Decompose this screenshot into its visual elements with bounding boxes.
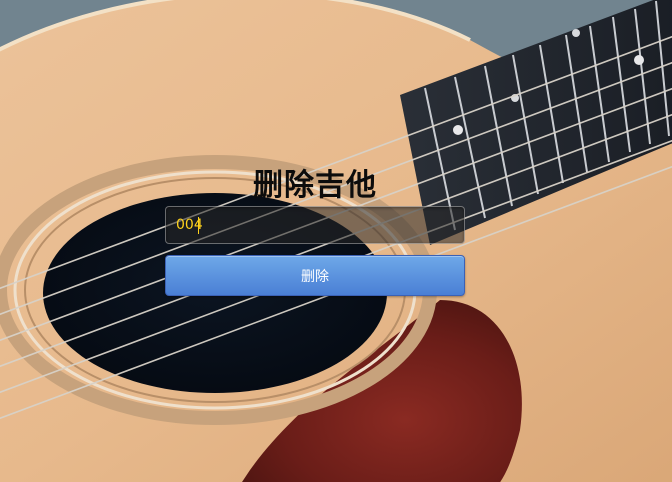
text-caret <box>198 217 199 234</box>
guitar-id-input[interactable] <box>165 206 465 244</box>
page-title: 删除吉他 <box>253 168 377 204</box>
delete-button[interactable]: 删除 <box>165 255 465 296</box>
